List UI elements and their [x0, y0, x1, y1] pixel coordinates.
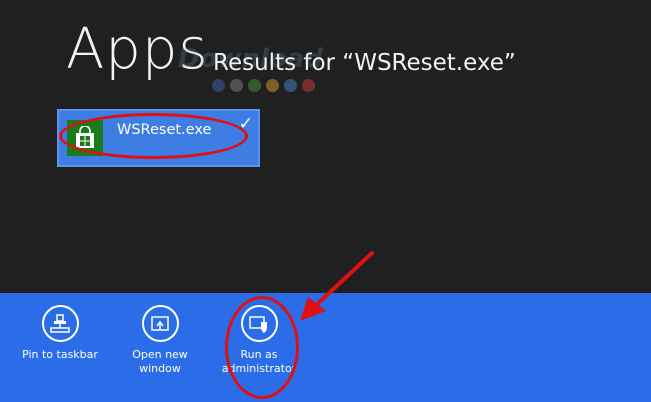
- watermark-dot: [302, 79, 315, 92]
- watermark-dots: [212, 79, 315, 92]
- run-as-administrator-label: Run as administrator: [221, 348, 297, 375]
- open-new-window-icon: [141, 305, 179, 342]
- run-as-admin-shield-icon: [240, 305, 278, 342]
- watermark-dot: [248, 79, 261, 92]
- result-tile-wsreset[interactable]: WSReset.exe ✓: [57, 109, 260, 167]
- open-new-window-button[interactable]: Open new window: [115, 305, 205, 395]
- open-new-window-label: Open new window: [132, 348, 188, 375]
- pin-to-taskbar-label: Pin to taskbar: [22, 348, 98, 361]
- watermark-dot: [284, 79, 297, 92]
- watermark-dot: [212, 79, 225, 92]
- app-bar: Pin to taskbar Open new window Run as ad…: [0, 293, 651, 402]
- pin-taskbar-icon: [41, 305, 79, 342]
- pin-to-taskbar-button[interactable]: Pin to taskbar: [15, 305, 105, 395]
- store-icon: [67, 120, 103, 156]
- page-title: Apps: [66, 17, 209, 82]
- run-as-administrator-button[interactable]: Run as administrator: [214, 305, 304, 395]
- start-search-screen: Apps Download Results for “WSReset.exe” …: [0, 0, 651, 402]
- result-label: WSReset.exe: [117, 122, 212, 138]
- search-results-title: Results for “WSReset.exe”: [213, 50, 516, 76]
- selected-check-icon: ✓: [238, 114, 253, 134]
- watermark-dot: [230, 79, 243, 92]
- watermark-dot: [266, 79, 279, 92]
